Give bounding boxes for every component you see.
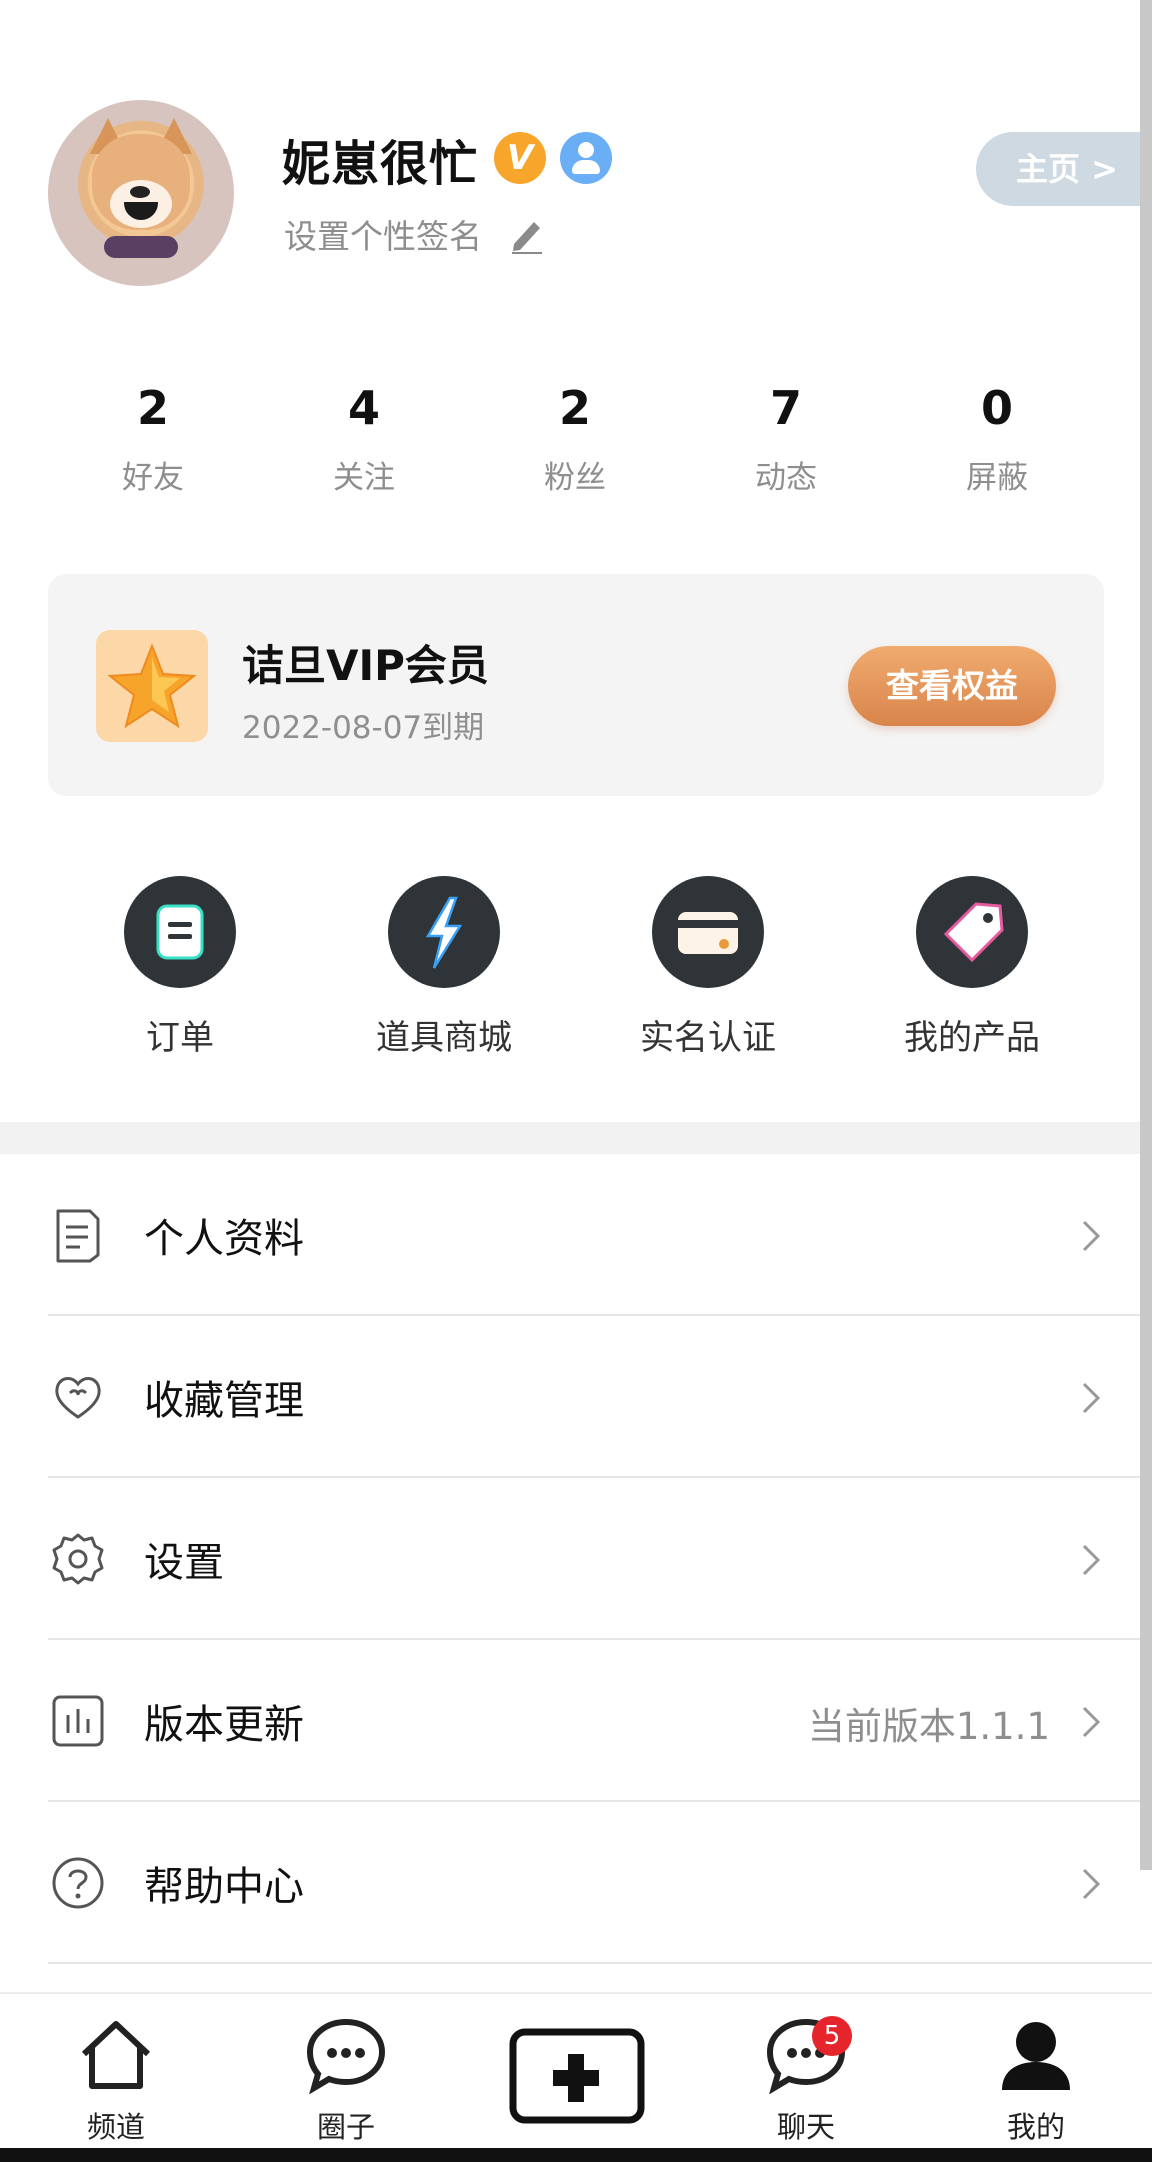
quick-action-label: 我的产品 xyxy=(904,1018,1040,1058)
quick-action-products[interactable]: 我的产品 xyxy=(852,876,1092,1059)
stat-value: 2 xyxy=(136,381,169,435)
stat-friends[interactable]: 2 好友 xyxy=(78,380,228,497)
quick-action-order[interactable]: 订单 xyxy=(60,876,300,1059)
nav-create[interactable] xyxy=(506,2028,646,2130)
vip-title: 诘旦VIP会员 xyxy=(242,641,489,690)
help-icon xyxy=(52,1857,104,1909)
chevron-right-icon xyxy=(1082,1544,1101,1576)
stat-posts[interactable]: 7 动态 xyxy=(711,380,861,497)
verified-user-icon xyxy=(560,132,612,184)
star-icon xyxy=(96,630,208,742)
menu-item-label: 版本更新 xyxy=(144,1702,304,1748)
chevron-right-icon xyxy=(1082,1706,1101,1738)
view-benefits-button[interactable]: 查看权益 xyxy=(848,646,1056,726)
scrollbar[interactable] xyxy=(1140,0,1152,1870)
current-version-text: 当前版本1.1.1 xyxy=(807,1705,1050,1748)
tag-icon xyxy=(916,876,1028,988)
nav-label: 频道 xyxy=(86,2110,145,2144)
home-page-button[interactable]: 主页 > xyxy=(976,132,1152,206)
vip-card[interactable]: 诘旦VIP会员 2022-08-07到期 查看权益 xyxy=(48,574,1104,796)
quick-action-verify[interactable]: 实名认证 xyxy=(588,876,828,1059)
nav-channel[interactable]: 频道 xyxy=(46,2016,186,2146)
quick-action-label: 订单 xyxy=(146,1018,214,1058)
chevron-right-icon xyxy=(1082,1382,1101,1414)
quick-action-label: 道具商城 xyxy=(376,1018,512,1058)
stat-label: 屏蔽 xyxy=(966,460,1028,496)
nav-label: 聊天 xyxy=(776,2110,835,2144)
stat-blocked[interactable]: 0 屏蔽 xyxy=(922,380,1072,497)
username: 妮崽很忙 xyxy=(282,136,479,192)
nav-chat[interactable]: 5 聊天 xyxy=(736,2016,876,2146)
stat-value: 0 xyxy=(980,381,1013,435)
stat-value: 7 xyxy=(769,381,802,435)
lightning-icon xyxy=(388,876,500,988)
home-icon xyxy=(81,2021,151,2089)
signature-text[interactable]: 设置个性签名 xyxy=(284,210,482,258)
chat-bubble-icon xyxy=(306,2018,386,2095)
unread-badge: 5 xyxy=(812,2016,852,2056)
chevron-right-icon xyxy=(1082,1220,1101,1252)
chevron-right-icon xyxy=(1082,1868,1101,1900)
chart-icon xyxy=(52,1695,104,1747)
menu-item-label: 帮助中心 xyxy=(144,1864,304,1910)
order-icon xyxy=(124,876,236,988)
document-icon xyxy=(56,1209,100,1263)
gear-icon xyxy=(52,1533,104,1585)
card-icon xyxy=(652,876,764,988)
section-divider xyxy=(0,1122,1152,1154)
nav-label: 圈子 xyxy=(316,2110,375,2144)
stat-value: 4 xyxy=(347,381,380,435)
nav-circle[interactable]: 圈子 xyxy=(276,2016,416,2146)
nav-me[interactable]: 我的 xyxy=(966,2016,1106,2146)
menu-item-help[interactable]: 帮助中心 xyxy=(48,1802,1152,1964)
quick-action-label: 实名认证 xyxy=(640,1018,776,1058)
menu-item-label: 设置 xyxy=(144,1540,224,1586)
menu-item-favorites[interactable]: 收藏管理 xyxy=(48,1316,1152,1478)
stat-fans[interactable]: 2 粉丝 xyxy=(500,380,650,497)
stat-value: 2 xyxy=(558,381,591,435)
stat-label: 好友 xyxy=(122,460,184,496)
stat-label: 动态 xyxy=(755,460,817,496)
menu-item-version-update[interactable]: 版本更新 当前版本1.1.1 xyxy=(48,1640,1152,1802)
vip-badge-icon: V xyxy=(494,132,546,184)
stat-following[interactable]: 4 关注 xyxy=(289,380,439,497)
nav-label: 我的 xyxy=(1006,2110,1065,2144)
person-icon xyxy=(1002,2022,1070,2090)
bottom-nav: 频道 圈子 5 聊天 我的 xyxy=(0,1992,1152,2162)
edit-icon[interactable] xyxy=(508,214,546,254)
avatar[interactable] xyxy=(48,100,234,286)
menu-item-label: 收藏管理 xyxy=(144,1378,304,1424)
heart-icon xyxy=(55,1377,101,1419)
menu-item-settings[interactable]: 设置 xyxy=(48,1478,1152,1640)
quick-action-shop[interactable]: 道具商城 xyxy=(324,876,564,1059)
vip-expiry: 2022-08-07到期 xyxy=(242,710,485,746)
plus-icon xyxy=(509,2028,645,2124)
menu-item-profile[interactable]: 个人资料 xyxy=(48,1154,1152,1316)
menu-item-label: 个人资料 xyxy=(144,1216,304,1262)
stat-label: 关注 xyxy=(333,460,395,496)
stat-label: 粉丝 xyxy=(544,460,606,496)
